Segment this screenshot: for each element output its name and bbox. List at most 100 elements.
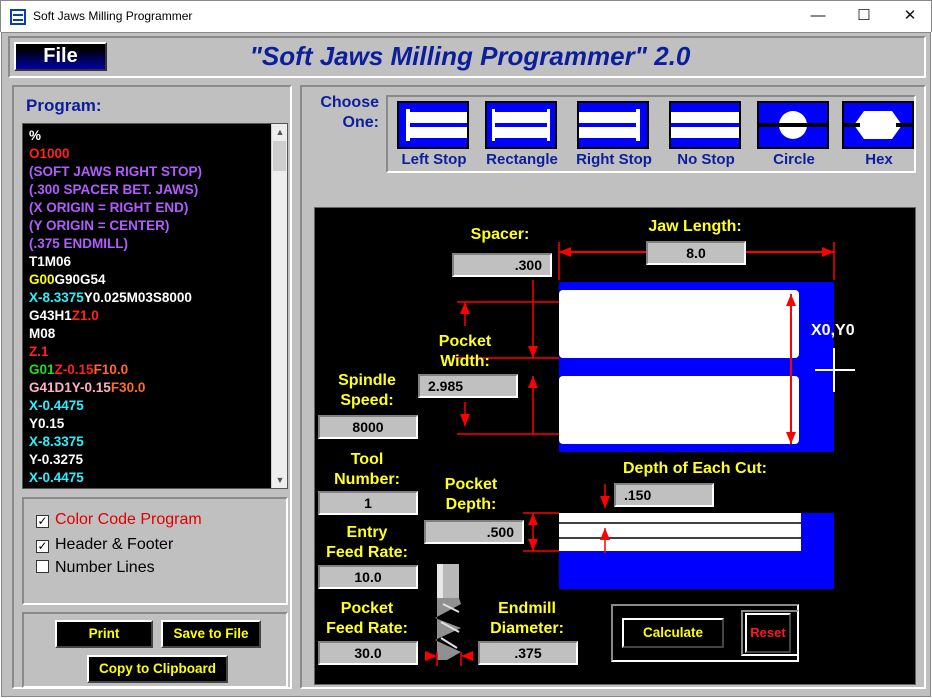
stop-type-selector: Left Stop Rectangle Right Stop No Stop C… bbox=[386, 95, 916, 173]
program-line: Z.1 bbox=[29, 343, 202, 361]
program-listing[interactable]: % O1000 (SOFT JAWS RIGHT STOP) (.300 SPACER… bbox=[22, 123, 288, 489]
tool-label-line1: Tool bbox=[350, 451, 384, 468]
option-rectangle[interactable]: Rectangle bbox=[476, 101, 558, 173]
header-footer-checkbox[interactable]: ✓ bbox=[36, 540, 49, 553]
hex-icon[interactable] bbox=[842, 101, 914, 149]
app-heading: "Soft Jaws Milling Programmer" 2.0 bbox=[249, 41, 691, 71]
program-token: G41D1Y-0.15 bbox=[29, 380, 111, 395]
program-token: F10.0 bbox=[93, 362, 129, 377]
option-hex[interactable]: Hex bbox=[833, 101, 914, 173]
program-line: (X ORIGIN = RIGHT END) bbox=[29, 199, 202, 217]
endmill-diameter-label: Endmill Diameter: bbox=[477, 599, 577, 639]
program-token: M08 bbox=[29, 326, 56, 341]
program-token: Z-0.15 bbox=[54, 362, 94, 377]
file-menu-button[interactable]: File bbox=[14, 42, 107, 71]
program-token: G43H1 bbox=[29, 308, 72, 323]
depth-each-cut-input[interactable]: .150 bbox=[614, 483, 714, 507]
reset-button[interactable]: Reset bbox=[745, 613, 791, 653]
program-line: % bbox=[29, 127, 202, 145]
option-right-stop[interactable]: Right Stop bbox=[568, 101, 652, 173]
left-stop-label: Left Stop bbox=[401, 151, 467, 168]
program-line: G43H1Z1.0 bbox=[29, 307, 202, 325]
program-line: (.375 ENDMILL) bbox=[29, 235, 202, 253]
pocket-depth-label-line2: Depth: bbox=[445, 496, 497, 513]
maximize-button[interactable]: ☐ bbox=[841, 1, 887, 33]
spindle-label-line2: Speed: bbox=[340, 392, 394, 409]
program-label: Program: bbox=[26, 96, 102, 115]
pocket-depth-input[interactable]: .500 bbox=[424, 520, 524, 544]
program-token: X-0.4475 bbox=[29, 470, 84, 485]
program-line: G41D1Y-0.15F30.0 bbox=[29, 379, 202, 397]
spindle-label-line1: Spindle bbox=[338, 372, 396, 389]
origin-label: X0,Y0 bbox=[811, 322, 855, 339]
pocket-depth-label-line1: Pocket bbox=[444, 476, 498, 493]
circle-icon[interactable] bbox=[757, 101, 829, 149]
jaw-length-input[interactable]: 8.0 bbox=[646, 241, 746, 265]
program-line: G00G90G54 bbox=[29, 271, 202, 289]
program-line: Y0.15 bbox=[29, 415, 202, 433]
program-token: (X ORIGIN = RIGHT END) bbox=[29, 200, 189, 215]
program-token: % bbox=[29, 128, 42, 143]
jaw-diagram: Spacer: .300 Jaw Length: 8.0 3.4 (Ref.) … bbox=[314, 207, 916, 685]
program-token: Y0.15 bbox=[29, 416, 65, 431]
scroll-thumb[interactable] bbox=[273, 141, 286, 171]
program-line: Y-0.3275 bbox=[29, 451, 202, 469]
save-to-file-button[interactable]: Save to File bbox=[161, 620, 261, 648]
program-scrollbar[interactable]: ▲ ▼ bbox=[271, 124, 287, 488]
depth-each-cut-label: Depth of Each Cut: bbox=[623, 460, 767, 477]
spindle-speed-label: Spindle Speed: bbox=[317, 371, 417, 411]
option-no-stop[interactable]: No Stop bbox=[660, 101, 741, 173]
entry-feed-label: Entry Feed Rate: bbox=[315, 523, 419, 563]
pocket-width-input[interactable]: 2.985 bbox=[418, 374, 518, 398]
ref-label: (Ref.) bbox=[745, 336, 781, 352]
program-token: (.375 ENDMILL) bbox=[29, 236, 129, 251]
number-lines-checkbox[interactable] bbox=[36, 560, 49, 573]
choose-one-label: Choose One: bbox=[307, 93, 379, 133]
app-client-area: File "Soft Jaws Milling Programmer" 2.0 … bbox=[1, 32, 931, 697]
entry-feed-label-line2: Feed Rate: bbox=[326, 544, 408, 561]
spacer-input[interactable]: .300 bbox=[452, 253, 552, 277]
program-token: Y-0.3275 bbox=[29, 452, 84, 467]
calculate-button[interactable]: Calculate bbox=[622, 618, 724, 648]
minimize-button[interactable]: — bbox=[795, 1, 841, 33]
program-line: M08 bbox=[29, 325, 202, 343]
print-button[interactable]: Print bbox=[55, 620, 153, 648]
pocket-feed-input[interactable]: 30.0 bbox=[318, 641, 418, 665]
program-token: G00 bbox=[29, 272, 55, 287]
program-token: O1000 bbox=[29, 146, 70, 161]
right-stop-icon[interactable] bbox=[577, 101, 649, 149]
program-token: X-0.4475 bbox=[29, 398, 84, 413]
left-stop-icon[interactable] bbox=[397, 101, 469, 149]
spindle-speed-input[interactable]: 8000 bbox=[318, 415, 418, 439]
title-bar: Soft Jaws Milling Programmer — ☐ ✕ bbox=[0, 0, 932, 32]
program-line: (Y ORIGIN = CENTER) bbox=[29, 217, 202, 235]
no-stop-icon[interactable] bbox=[669, 101, 741, 149]
program-code: % O1000 (SOFT JAWS RIGHT STOP) (.300 SPACER… bbox=[29, 127, 202, 487]
program-token: (.300 SPACER BET. JAWS) bbox=[29, 182, 199, 197]
entry-feed-input[interactable]: 10.0 bbox=[318, 565, 418, 589]
window-title: Soft Jaws Milling Programmer bbox=[33, 9, 193, 23]
color-code-option[interactable]: ✓ Color Code Program bbox=[36, 511, 202, 529]
program-token: T1M06 bbox=[29, 254, 72, 269]
copy-to-clipboard-button[interactable]: Copy to Clipboard bbox=[87, 655, 228, 683]
color-code-label: Color Code Program bbox=[55, 511, 202, 528]
color-code-checkbox[interactable]: ✓ bbox=[36, 515, 49, 528]
program-line: O1000 bbox=[29, 145, 202, 163]
option-left-stop[interactable]: Left Stop bbox=[388, 101, 469, 173]
endmill-diameter-input[interactable]: .375 bbox=[478, 641, 578, 665]
rectangle-icon[interactable] bbox=[485, 101, 557, 149]
program-line: (SOFT JAWS RIGHT STOP) bbox=[29, 163, 202, 181]
program-token: X-8.3375 bbox=[29, 290, 84, 305]
scroll-down-icon[interactable]: ▼ bbox=[272, 472, 287, 488]
close-button[interactable]: ✕ bbox=[887, 1, 932, 33]
option-circle[interactable]: Circle bbox=[748, 101, 829, 173]
program-line: (.300 SPACER BET. JAWS) bbox=[29, 181, 202, 199]
program-token: G01 bbox=[29, 362, 55, 377]
number-lines-label: Number Lines bbox=[55, 559, 155, 576]
number-lines-option[interactable]: Number Lines bbox=[36, 559, 155, 577]
scroll-up-icon[interactable]: ▲ bbox=[272, 124, 287, 140]
program-token: G90G54 bbox=[54, 272, 106, 287]
program-token: X-8.3375 bbox=[29, 434, 84, 449]
tool-number-input[interactable]: 1 bbox=[318, 491, 418, 515]
header-footer-option[interactable]: ✓ Header & Footer bbox=[36, 536, 173, 554]
